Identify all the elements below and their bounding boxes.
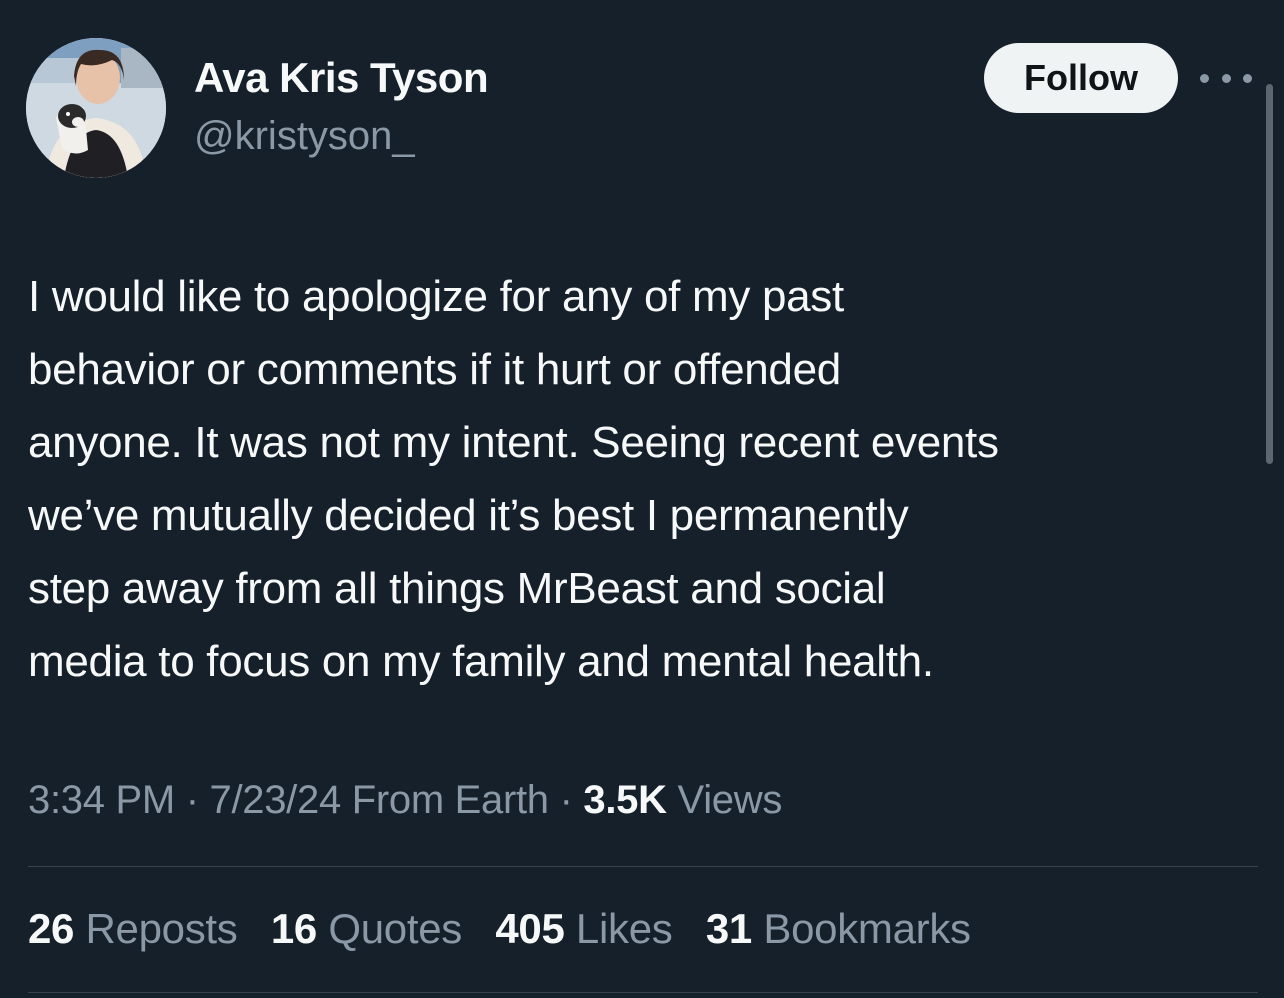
dot-icon xyxy=(1221,73,1231,83)
tweet-page: Ava Kris Tyson @kristyson_ Follow I woul… xyxy=(0,0,1284,998)
user-handle[interactable]: @kristyson_ xyxy=(194,114,415,159)
tweet-line: I would like to apologize for any of my … xyxy=(28,272,844,321)
tweet-line: anyone. It was not my intent. Seeing rec… xyxy=(28,418,999,467)
dot-icon xyxy=(1243,73,1252,83)
tweet-date[interactable]: 7/23/24 xyxy=(210,778,342,822)
more-options-icon[interactable] xyxy=(1200,64,1252,92)
bookmarks-label: Bookmarks xyxy=(763,905,971,952)
tweet-meta: 3:34 PM · 7/23/24 From Earth · 3.5K View… xyxy=(28,778,782,823)
reposts-label: Reposts xyxy=(85,905,238,952)
meta-separator: · xyxy=(548,778,584,822)
bookmarks-stat[interactable]: 31 Bookmarks xyxy=(706,905,971,953)
tweet-text: I would like to apologize for any of my … xyxy=(28,260,1258,698)
engagement-stats: 26 Reposts 16 Quotes 405 Likes 31 Bookma… xyxy=(28,905,993,953)
meta-separator: · xyxy=(174,778,210,822)
dot-icon xyxy=(1200,73,1209,83)
follow-button[interactable]: Follow xyxy=(984,43,1178,113)
quotes-label: Quotes xyxy=(328,905,462,952)
quotes-count: 16 xyxy=(270,905,317,952)
divider xyxy=(28,992,1258,993)
tweet-line: step away from all things MrBeast and so… xyxy=(28,564,886,613)
views-label: Views xyxy=(677,778,783,822)
tweet-line: behavior or comments if it hurt or offen… xyxy=(28,345,841,394)
profile-photo-icon xyxy=(26,38,166,178)
quotes-stat[interactable]: 16 Quotes xyxy=(271,905,462,953)
scrollbar[interactable] xyxy=(1266,84,1273,464)
views-count: 3.5K xyxy=(583,778,667,822)
tweet-line: we’ve mutually decided it’s best I perma… xyxy=(28,491,909,540)
tweet-source: From Earth xyxy=(351,778,549,822)
bookmarks-count: 31 xyxy=(705,905,752,952)
tweet-time[interactable]: 3:34 PM xyxy=(28,778,175,822)
likes-stat[interactable]: 405 Likes xyxy=(495,905,672,953)
display-name[interactable]: Ava Kris Tyson xyxy=(194,54,489,102)
likes-count: 405 xyxy=(495,905,565,952)
divider xyxy=(28,866,1258,867)
tweet-line: media to focus on my family and mental h… xyxy=(28,637,934,686)
avatar[interactable] xyxy=(26,38,166,178)
reposts-stat[interactable]: 26 Reposts xyxy=(28,905,238,953)
reposts-count: 26 xyxy=(28,905,75,952)
likes-label: Likes xyxy=(575,905,673,952)
